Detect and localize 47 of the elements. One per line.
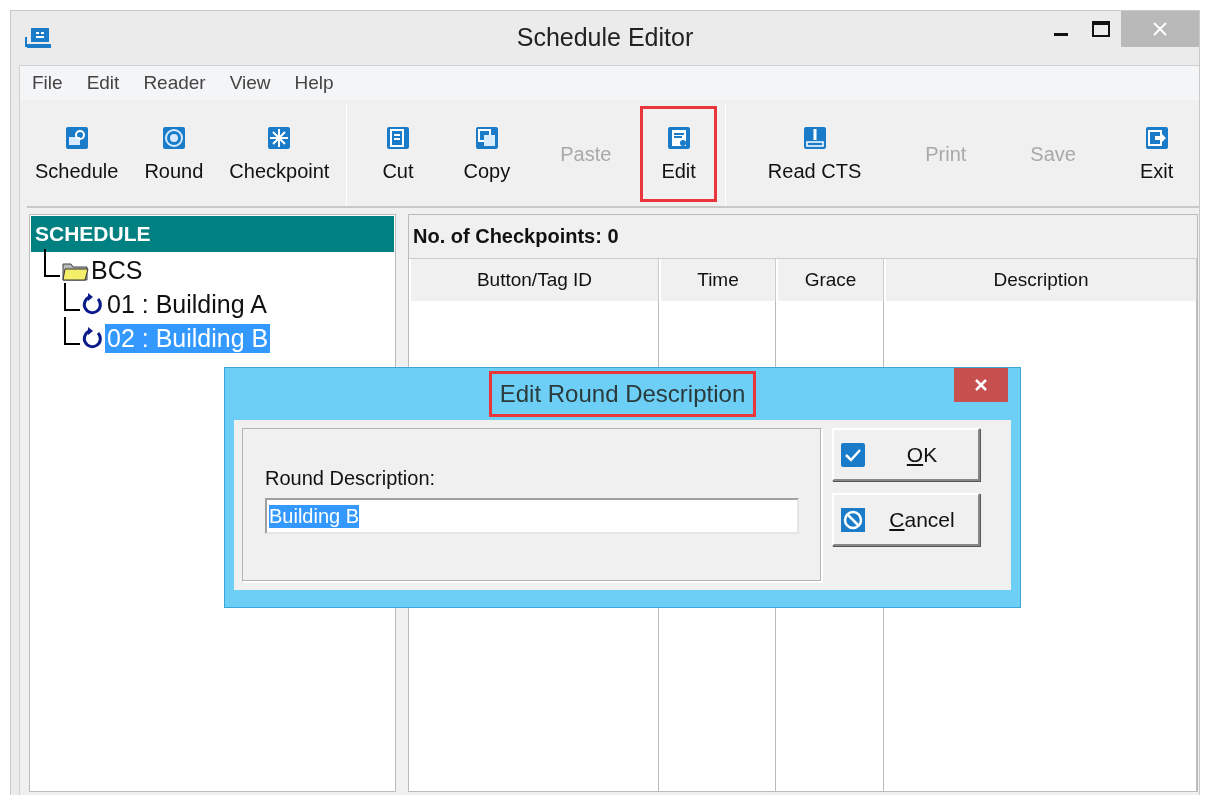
column-header[interactable]: Button/Tag ID: [409, 259, 659, 301]
minimize-icon: [1054, 33, 1068, 36]
close-button[interactable]: [954, 368, 1008, 402]
column-header[interactable]: Description: [884, 259, 1197, 301]
close-icon: [974, 378, 988, 392]
toolbar-icon: [64, 125, 89, 150]
refresh-icon: [81, 326, 105, 350]
window-title: Schedule Editor: [516, 23, 694, 51]
toolbar-icon: [1144, 125, 1169, 150]
toolbar-icon: [802, 125, 827, 150]
tree-line: [64, 317, 80, 345]
check-icon: [840, 441, 866, 468]
toolbar-button[interactable]: Cut: [361, 106, 435, 202]
menu-item[interactable]: View: [229, 72, 283, 94]
toolbar-icon: [161, 125, 186, 150]
app-icon: [23, 27, 53, 49]
field-label: Round Description:: [265, 467, 437, 490]
menu-item[interactable]: File: [32, 72, 75, 94]
refresh-icon: [81, 292, 105, 316]
dialog-button[interactable]: OK: [832, 428, 980, 481]
toolbar-icon: [267, 125, 292, 150]
toolbar-button[interactable]: Exit: [1111, 106, 1202, 202]
toolbar-icon: [385, 125, 410, 150]
menu-item[interactable]: Edit: [86, 72, 132, 94]
tree-item[interactable]: 01 : Building A: [105, 289, 269, 319]
column-header[interactable]: Grace: [776, 259, 884, 301]
column-header[interactable]: Time: [659, 259, 776, 301]
toolbar-button[interactable]: Edit: [640, 106, 717, 202]
toolbar-button[interactable]: Checkpoint: [220, 106, 339, 202]
maximize-icon: [1092, 21, 1110, 37]
toolbar-icon: [474, 125, 499, 150]
tree-header: SCHEDULE: [31, 216, 394, 252]
menu-item[interactable]: Help: [294, 72, 346, 94]
toolbar-button[interactable]: Read CTS: [739, 106, 890, 202]
close-icon: [1152, 21, 1168, 37]
tree-line: [64, 283, 80, 311]
checkpoint-count: No. of Checkpoints: 0: [409, 215, 1197, 259]
menu-item[interactable]: Reader: [143, 72, 218, 94]
toolbar-button[interactable]: Round: [135, 106, 213, 202]
prohibited-icon: [840, 506, 866, 533]
toolbar-button[interactable]: Copy: [442, 106, 532, 202]
toolbar-button[interactable]: Schedule: [26, 106, 128, 202]
tree-line: [44, 249, 60, 277]
toolbar-icon: [666, 125, 691, 150]
dialog-button[interactable]: Cancel: [832, 493, 980, 546]
dialog-title: Edit Round Description: [488, 371, 757, 417]
tree-item[interactable]: BCS: [89, 255, 145, 285]
